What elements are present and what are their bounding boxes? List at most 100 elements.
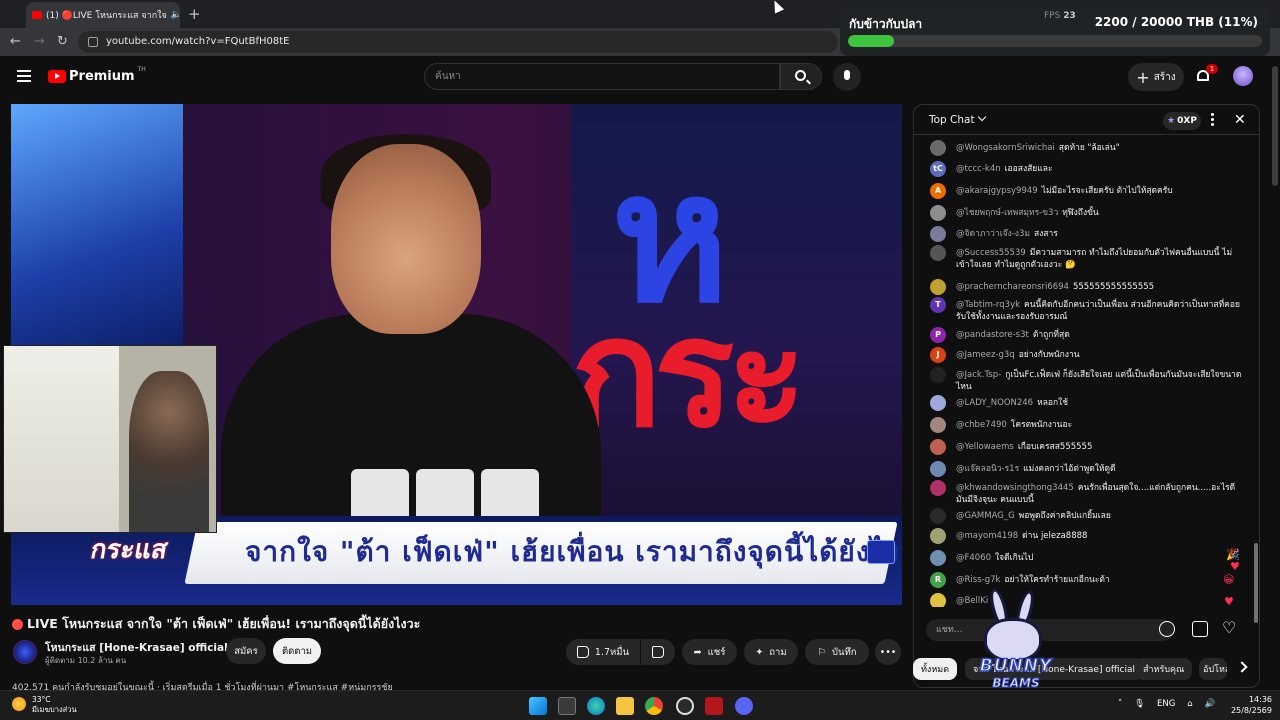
weather-widget[interactable]: 33°C มีเมฆบางส่วน — [12, 695, 77, 715]
chat-avatar[interactable] — [930, 550, 946, 566]
chip-all[interactable]: ทั้งหมด — [913, 658, 958, 680]
chat-author[interactable]: @GAMMAG_G — [956, 511, 1015, 521]
heart-icon[interactable] — [1222, 618, 1238, 637]
edge-icon[interactable] — [587, 697, 605, 715]
chat-author[interactable]: @WongsakornSriwichai — [956, 143, 1055, 153]
folder-icon[interactable] — [616, 697, 634, 715]
chat-avatar[interactable] — [930, 245, 946, 261]
voice-search-button[interactable] — [833, 63, 861, 91]
chat-author[interactable]: @Yellowaems — [956, 442, 1014, 452]
url-field[interactable]: youtube.com/watch?v=FQutBfH08tE — [78, 31, 838, 53]
thumbs-up-icon — [576, 646, 589, 658]
chrome-icon[interactable] — [645, 697, 663, 715]
app-icon[interactable] — [705, 697, 723, 715]
chat-author[interactable]: @Success55539 — [956, 248, 1026, 258]
chat-author[interactable]: @ไชยพฤกษ์-เทพสมุทร-ข3ว — [956, 208, 1058, 218]
like-button[interactable]: 1.7หมื่น — [566, 639, 640, 665]
chat-author[interactable]: @prachernchareonsri6694 — [956, 282, 1069, 292]
browser-tab[interactable]: (1) 🔴LIVE โหนกระแส จากใจ 🔈 ✕ — [26, 2, 180, 28]
page-scrollbar[interactable] — [1270, 56, 1280, 690]
volume-icon[interactable]: 🔊 — [1205, 699, 1216, 709]
mic-tray-icon[interactable]: 🎙 — [1134, 699, 1145, 709]
new-tab-button[interactable]: + — [188, 5, 201, 23]
clock[interactable]: 14:36 25/8/2569 — [1230, 694, 1272, 716]
chat-avatar[interactable] — [930, 528, 946, 544]
chat-author[interactable]: @F4060 — [956, 553, 991, 563]
chat-avatar[interactable] — [930, 140, 946, 156]
xp-badge[interactable]: ★ 0XP — [1163, 112, 1201, 130]
discord-icon[interactable] — [735, 697, 753, 715]
menu-icon[interactable] — [17, 70, 31, 82]
network-icon[interactable]: ⌂ — [1187, 699, 1192, 709]
search-button[interactable] — [780, 63, 822, 90]
chat-scrollbar[interactable] — [1254, 143, 1258, 683]
chat-avatar[interactable] — [930, 508, 946, 524]
chat-avatar[interactable] — [930, 593, 946, 607]
save-button[interactable]: ⚐ บันทึก — [805, 639, 869, 665]
chat-avatar[interactable] — [930, 395, 946, 411]
chat-text: ด่าน jeleza8888 — [1022, 531, 1088, 541]
chat-author[interactable]: @chbe7490 — [956, 420, 1007, 430]
chat-author[interactable]: @akarajgypsy9949 — [956, 186, 1038, 196]
chip-uploads[interactable]: อัปโหลด — [1199, 658, 1227, 680]
chat-mode-dropdown[interactable]: Top Chat — [929, 112, 986, 126]
create-button[interactable]: + สร้าง — [1128, 63, 1184, 91]
chat-author[interactable]: @mayom4198 — [956, 531, 1018, 541]
chat-author[interactable]: @Jameez-g3q — [956, 350, 1015, 360]
mute-tab-icon[interactable]: 🔈 — [171, 10, 180, 20]
chat-avatar[interactable] — [930, 417, 946, 433]
chat-avatar[interactable] — [930, 205, 946, 221]
chat-avatar[interactable] — [930, 279, 946, 295]
super-chat-icon[interactable] — [1192, 621, 1208, 637]
emoji-icon[interactable] — [1159, 621, 1175, 637]
channel-avatar[interactable] — [13, 640, 37, 664]
search-input[interactable]: ค้นหา — [424, 63, 780, 90]
chat-author[interactable]: @แจ๊คลอนิว-ร1ร — [956, 464, 1019, 474]
youtube-premium-logo[interactable]: Premium TH — [48, 66, 146, 84]
youtube-favicon-icon — [32, 11, 42, 19]
obs-icon[interactable] — [676, 697, 694, 715]
chip-for-you[interactable]: สำหรับคุณ — [1135, 658, 1193, 680]
chat-avatar[interactable]: P — [930, 327, 946, 343]
chat-avatar[interactable]: tC — [930, 161, 946, 177]
subscribe-button[interactable]: ติดตาม — [273, 638, 321, 664]
chat-menu-icon[interactable] — [1211, 113, 1214, 126]
chat-author[interactable]: @Riss-g7k — [956, 575, 1000, 585]
chat-avatar[interactable]: T — [930, 297, 946, 313]
close-chat-icon[interactable]: ✕ — [1234, 112, 1246, 128]
dislike-button[interactable] — [641, 639, 675, 665]
chat-avatar[interactable] — [930, 367, 946, 383]
chat-avatar[interactable] — [930, 226, 946, 242]
language-indicator[interactable]: ENG — [1157, 699, 1175, 709]
chat-author[interactable]: @LADY_NOON246 — [956, 398, 1033, 408]
more-actions-button[interactable]: ••• — [875, 639, 901, 665]
chat-author[interactable]: @khwandowsingthong3445 — [956, 483, 1074, 493]
chat-avatar[interactable]: R — [930, 572, 946, 588]
share-icon: ➦ — [693, 646, 702, 658]
start-icon[interactable] — [529, 697, 547, 715]
donation-progress-fill — [848, 35, 894, 47]
chat-author[interactable]: @จิดาภาว่าเจ๊ง-ง3ม — [956, 229, 1030, 239]
chat-avatar[interactable]: J — [930, 347, 946, 363]
join-button[interactable]: สมัคร — [226, 638, 266, 664]
chat-author[interactable]: @Tabtim-rq3yk — [956, 300, 1020, 310]
chat-avatar[interactable]: A — [930, 183, 946, 199]
chat-avatar[interactable] — [930, 439, 946, 455]
chat-avatar[interactable] — [930, 480, 946, 496]
tray-overflow-icon[interactable]: ˄ — [1118, 699, 1122, 709]
share-button[interactable]: ➦ แชร์ — [682, 639, 737, 665]
reload-icon[interactable]: ↻ — [57, 34, 68, 49]
description-preview[interactable]: 402,571 คนกำลังรับชมอยู่ในขณะนี้ · เริ่ม… — [12, 680, 902, 690]
site-info-icon[interactable] — [88, 37, 98, 47]
back-icon[interactable]: ← — [10, 34, 21, 49]
forward-icon[interactable]: → — [34, 34, 45, 49]
ask-button[interactable]: ✦ ถาม — [744, 639, 798, 665]
chat-author[interactable]: @Jack.Tsp- — [956, 370, 1001, 380]
chat-author[interactable]: @tccc-k4n — [956, 164, 1001, 174]
chat-author[interactable]: @pandastore-s3t — [956, 330, 1029, 340]
notifications-button[interactable]: 1 — [1196, 64, 1218, 84]
account-avatar[interactable] — [1233, 66, 1253, 86]
file-browser-icon[interactable] — [558, 697, 576, 715]
chat-message-list: @WongsakornSriwichai สุดท้าย "ล้อเล่น" tC @… — [914, 135, 1254, 607]
chat-avatar[interactable] — [930, 461, 946, 477]
